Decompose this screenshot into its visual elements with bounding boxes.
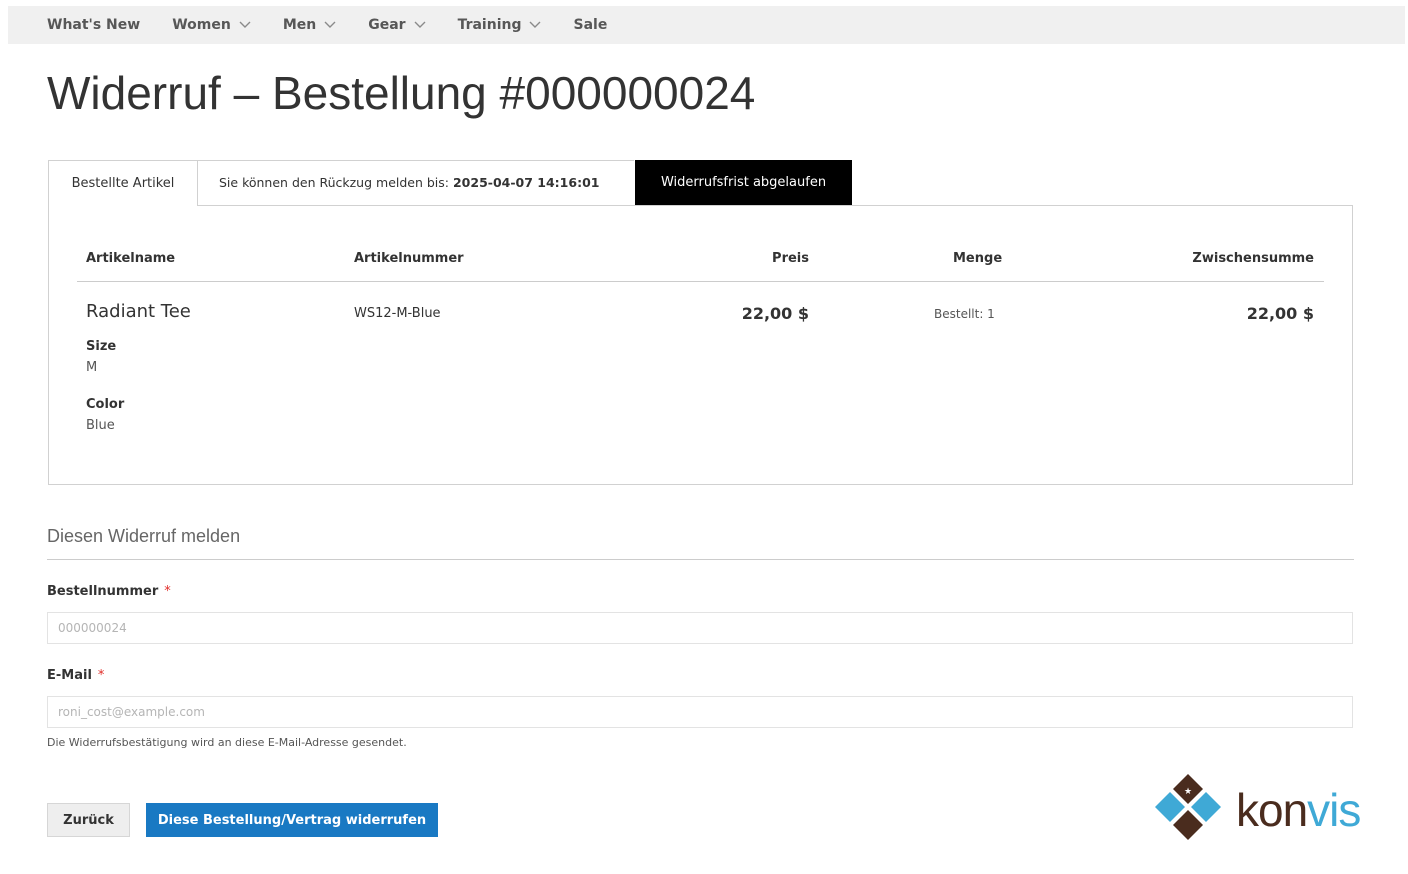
item-sku: WS12-M-Blue: [354, 306, 441, 321]
top-navigation: What's New Women Men Gear Training Sale: [8, 6, 1405, 44]
option-label-size: Size: [86, 339, 117, 354]
chevron-down-icon: [529, 21, 541, 28]
nav-item-label: Training: [457, 17, 522, 33]
back-button[interactable]: Zurück: [47, 803, 130, 837]
nav-item-men[interactable]: Men: [283, 17, 336, 33]
nav-item-sale[interactable]: Sale: [573, 17, 607, 33]
nav-item-women[interactable]: Women: [172, 17, 251, 33]
column-header-name: Artikelname: [86, 251, 176, 266]
email-label-text: E-Mail: [47, 668, 92, 683]
deadline-info: Sie können den Rückzug melden bis: 2025-…: [198, 160, 634, 204]
nav-item-label: What's New: [47, 17, 141, 33]
required-mark: *: [97, 668, 105, 683]
order-number-input[interactable]: [47, 612, 1353, 644]
nav-item-whats-new[interactable]: What's New: [47, 17, 140, 33]
nav-item-label: Gear: [368, 17, 406, 33]
email-input[interactable]: [47, 696, 1353, 728]
tab-ordered-items[interactable]: Bestellte Artikel: [48, 160, 198, 206]
order-number-label: Bestellnummer *: [47, 584, 171, 599]
logo-mark-icon: ★: [1155, 774, 1221, 840]
deadline-text: Sie können den Rückzug melden bis: 2025-…: [198, 175, 599, 190]
item-qty: Bestellt: 1: [934, 307, 995, 321]
expired-badge-label: Widerrufsfrist abgelaufen: [660, 175, 827, 190]
svg-text:★: ★: [1184, 787, 1192, 797]
logo-text-light: vis: [1307, 784, 1360, 836]
column-header-price: Preis: [772, 251, 809, 266]
item-name: Radiant Tee: [86, 301, 191, 322]
konvis-logo: ★ konvis: [1155, 774, 1361, 840]
form-section-title: Diesen Widerruf melden: [47, 526, 241, 546]
nav-item-label: Men: [282, 17, 317, 33]
nav-item-gear[interactable]: Gear: [368, 17, 426, 33]
item-price: 22,00 $: [741, 304, 809, 323]
tab-label: Bestellte Artikel: [71, 176, 175, 191]
deadline-value: 2025-04-07 14:16:01: [452, 175, 600, 190]
chevron-down-icon: [239, 21, 251, 28]
column-header-subtotal: Zwischensumme: [1192, 251, 1314, 266]
option-value-size: M: [86, 360, 98, 375]
revoke-order-button[interactable]: Diese Bestellung/Vertrag widerrufen: [146, 803, 438, 837]
column-header-qty: Menge: [953, 251, 1003, 266]
chevron-down-icon: [324, 21, 336, 28]
option-value-color: Blue: [86, 418, 115, 433]
email-label: E-Mail *: [47, 668, 104, 683]
header-divider: [77, 281, 1324, 282]
nav-item-label: Women: [172, 17, 231, 33]
order-number-label-text: Bestellnummer: [47, 584, 159, 599]
nav-item-training[interactable]: Training: [458, 17, 542, 33]
option-label-color: Color: [86, 397, 125, 412]
deadline-prefix: Sie können den Rückzug melden bis:: [219, 175, 453, 190]
nav-item-label: Sale: [573, 17, 608, 33]
column-header-sku: Artikelnummer: [354, 251, 464, 266]
expired-badge: Widerrufsfrist abgelaufen: [635, 160, 852, 205]
item-subtotal: 22,00 $: [1246, 304, 1314, 323]
page-title: Widerruf – Bestellung #000000024: [47, 67, 756, 119]
required-mark: *: [164, 584, 171, 599]
logo-text-dark: kon: [1236, 784, 1307, 836]
section-divider: [47, 559, 1354, 560]
chevron-down-icon: [414, 21, 426, 28]
email-note: Die Widerrufsbestätigung wird an diese E…: [47, 736, 407, 749]
svg-text:konvis: konvis: [1236, 784, 1360, 836]
ordered-items-panel: Artikelname Artikelnummer Preis Menge Zw…: [48, 205, 1353, 485]
